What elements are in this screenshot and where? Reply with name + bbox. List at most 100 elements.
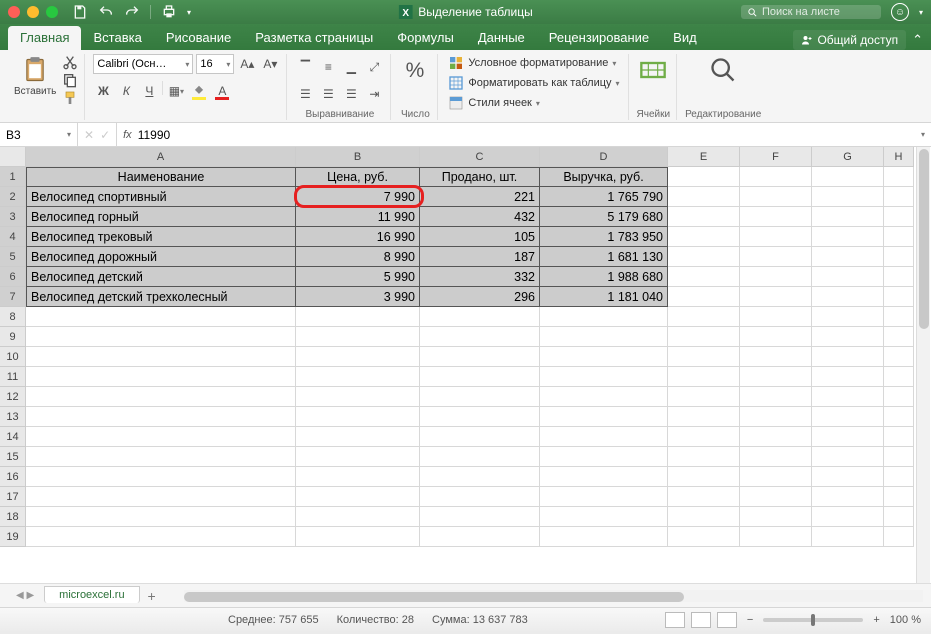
row-header[interactable]: 9: [0, 327, 26, 347]
copy-icon[interactable]: [62, 72, 78, 88]
cell[interactable]: 1 681 130: [540, 247, 668, 267]
cell[interactable]: [812, 367, 884, 387]
select-all-corner[interactable]: [0, 147, 26, 167]
cell[interactable]: [540, 487, 668, 507]
spreadsheet-grid[interactable]: A B C D E F G H 123456789101112131415161…: [0, 147, 931, 583]
italic-button[interactable]: К: [116, 81, 136, 101]
cell[interactable]: [540, 527, 668, 547]
cell[interactable]: [26, 447, 296, 467]
cell[interactable]: [26, 527, 296, 547]
col-header[interactable]: E: [668, 147, 740, 167]
cell[interactable]: [812, 467, 884, 487]
cell[interactable]: 5 990: [296, 267, 420, 287]
cell[interactable]: [296, 307, 420, 327]
cell[interactable]: [540, 447, 668, 467]
scroll-thumb[interactable]: [184, 592, 684, 602]
cell[interactable]: [296, 507, 420, 527]
maximize-icon[interactable]: [46, 6, 58, 18]
cell[interactable]: [812, 447, 884, 467]
scroll-thumb[interactable]: [919, 149, 929, 329]
cell[interactable]: Велосипед детский трехколесный: [26, 287, 296, 307]
cell[interactable]: 5 179 680: [540, 207, 668, 227]
vertical-scrollbar[interactable]: [916, 147, 930, 583]
cells-area[interactable]: НаименованиеЦена, руб.Продано, шт.Выручк…: [26, 167, 914, 547]
normal-view-icon[interactable]: [665, 612, 685, 628]
cell[interactable]: [296, 487, 420, 507]
cell[interactable]: 1 765 790: [540, 187, 668, 207]
page-layout-view-icon[interactable]: [691, 612, 711, 628]
cell[interactable]: [884, 287, 914, 307]
cell[interactable]: [668, 347, 740, 367]
cell[interactable]: Велосипед спортивный: [26, 187, 296, 207]
cell[interactable]: 8 990: [296, 247, 420, 267]
cell[interactable]: [884, 247, 914, 267]
minimize-icon[interactable]: [27, 6, 39, 18]
cell[interactable]: [812, 407, 884, 427]
cell[interactable]: 332: [420, 267, 540, 287]
tab-page-layout[interactable]: Разметка страницы: [243, 26, 385, 50]
zoom-slider[interactable]: [763, 618, 863, 622]
cell[interactable]: [740, 367, 812, 387]
cell[interactable]: [420, 427, 540, 447]
align-left-icon[interactable]: ☰: [295, 84, 315, 104]
cell[interactable]: [540, 367, 668, 387]
cell[interactable]: [740, 207, 812, 227]
cell[interactable]: [296, 327, 420, 347]
cell[interactable]: [884, 367, 914, 387]
cell[interactable]: [884, 387, 914, 407]
cell[interactable]: [884, 507, 914, 527]
cell[interactable]: [740, 307, 812, 327]
cell[interactable]: [884, 527, 914, 547]
close-icon[interactable]: [8, 6, 20, 18]
cell[interactable]: [884, 187, 914, 207]
cell[interactable]: [812, 227, 884, 247]
cell[interactable]: [540, 507, 668, 527]
row-header[interactable]: 15: [0, 447, 26, 467]
cell[interactable]: [884, 207, 914, 227]
cell[interactable]: 16 990: [296, 227, 420, 247]
tab-data[interactable]: Данные: [466, 26, 537, 50]
cell[interactable]: [420, 467, 540, 487]
cell[interactable]: [812, 167, 884, 187]
cell[interactable]: [26, 467, 296, 487]
cell[interactable]: [668, 487, 740, 507]
cell[interactable]: [812, 487, 884, 507]
cancel-formula-icon[interactable]: ✕: [84, 128, 94, 142]
undo-icon[interactable]: [98, 4, 114, 20]
cell[interactable]: [740, 287, 812, 307]
number-format-button[interactable]: %: [399, 54, 431, 86]
cell[interactable]: [668, 367, 740, 387]
formula-input[interactable]: 11990: [138, 128, 915, 142]
cell[interactable]: [740, 507, 812, 527]
row-header[interactable]: 2: [0, 187, 26, 207]
row-header[interactable]: 17: [0, 487, 26, 507]
cell[interactable]: [540, 327, 668, 347]
cell[interactable]: [740, 187, 812, 207]
horizontal-scrollbar[interactable]: [184, 590, 923, 602]
cell[interactable]: [740, 487, 812, 507]
enter-formula-icon[interactable]: ✓: [100, 128, 110, 142]
col-header[interactable]: C: [420, 147, 540, 167]
row-header[interactable]: 8: [0, 307, 26, 327]
cell[interactable]: [26, 427, 296, 447]
tab-draw[interactable]: Рисование: [154, 26, 243, 50]
cell[interactable]: [884, 267, 914, 287]
cell[interactable]: [668, 307, 740, 327]
cell[interactable]: [420, 327, 540, 347]
cell[interactable]: 1 988 680: [540, 267, 668, 287]
name-box[interactable]: B3▾: [0, 123, 78, 146]
cell[interactable]: [668, 187, 740, 207]
cell[interactable]: [740, 527, 812, 547]
print-icon[interactable]: [161, 4, 177, 20]
fill-color-button[interactable]: [189, 81, 209, 101]
row-header[interactable]: 7: [0, 287, 26, 307]
save-icon[interactable]: [72, 4, 88, 20]
cell[interactable]: [296, 347, 420, 367]
cell[interactable]: [420, 367, 540, 387]
sheet-tab[interactable]: microexcel.ru: [44, 586, 139, 603]
font-name-combo[interactable]: Calibri (Осн…▾: [93, 54, 193, 74]
row-header[interactable]: 5: [0, 247, 26, 267]
cell[interactable]: [668, 447, 740, 467]
row-header[interactable]: 3: [0, 207, 26, 227]
row-header[interactable]: 12: [0, 387, 26, 407]
